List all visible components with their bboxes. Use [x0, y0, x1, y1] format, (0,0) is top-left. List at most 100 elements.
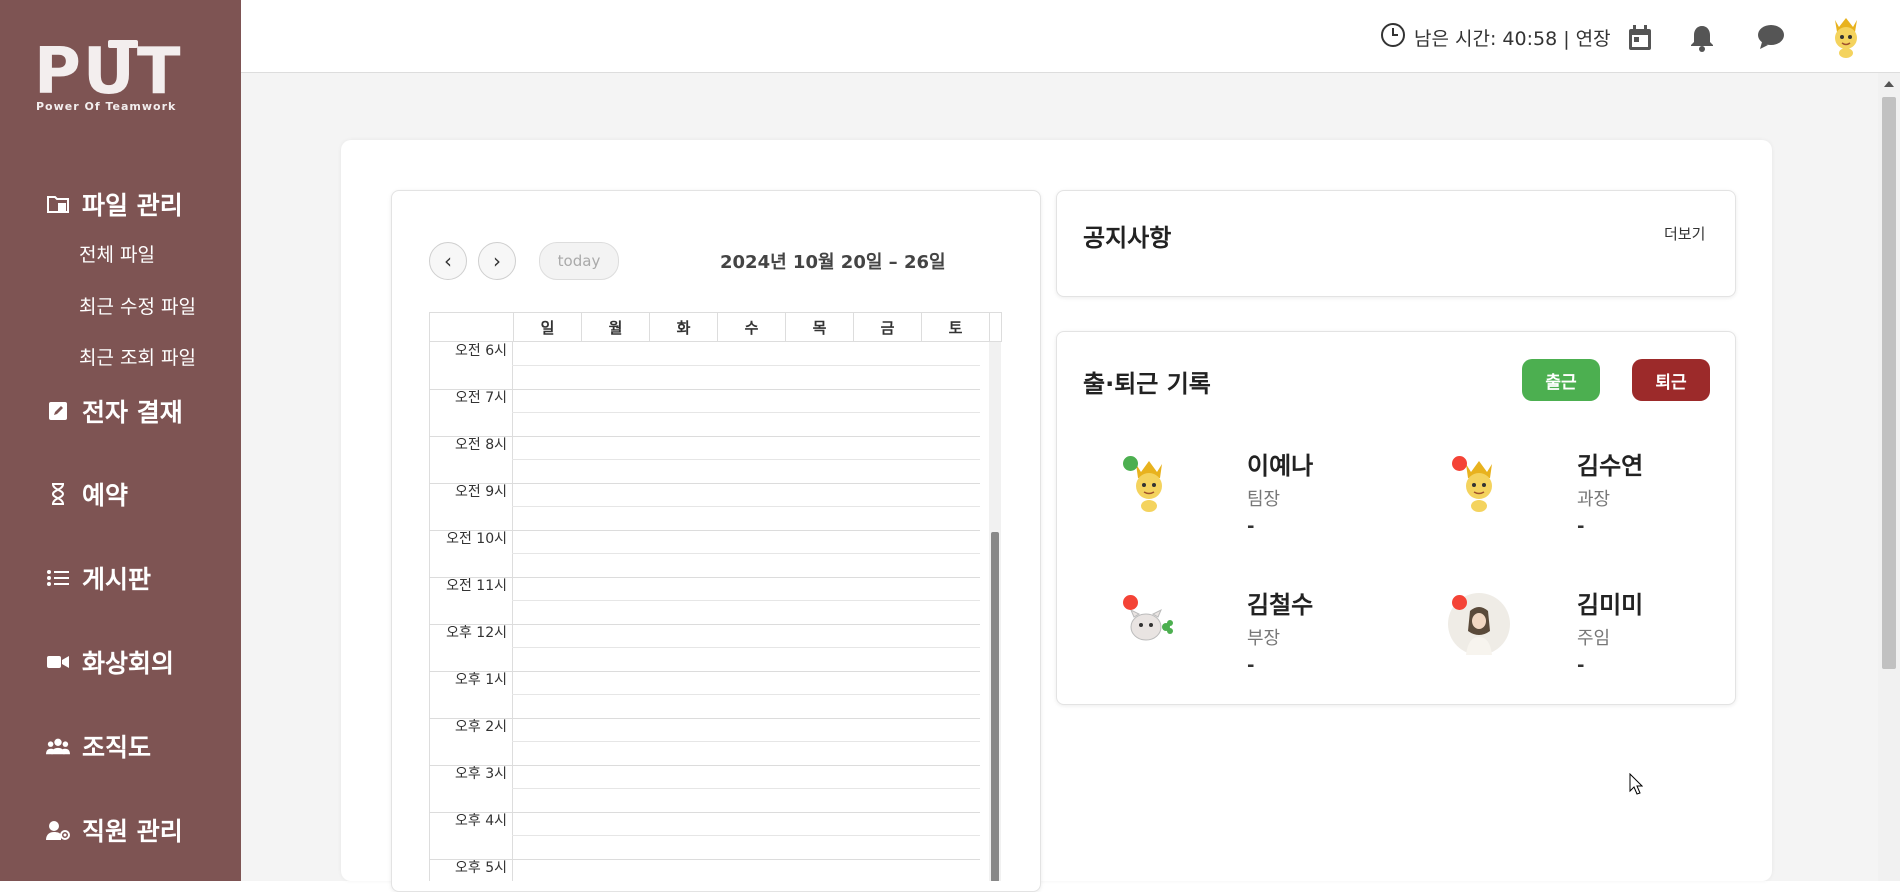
- scroll-up-arrow-icon[interactable]: [1884, 81, 1894, 87]
- menu-approval-label: 전자 결재: [82, 398, 183, 427]
- status-dot-offline: [1452, 456, 1467, 471]
- time-label: 오전 9시: [455, 484, 507, 500]
- time-slot-row[interactable]: 오후 3시: [429, 765, 980, 813]
- time-label: 오전 7시: [455, 390, 507, 406]
- member-time: -: [1247, 655, 1255, 676]
- chat-icon[interactable]: [1757, 24, 1785, 52]
- time-slot-row[interactable]: 오전 11시: [429, 577, 980, 625]
- time-slot-row[interactable]: 오전 8시: [429, 436, 980, 484]
- time-slot-row[interactable]: 오전 6시: [429, 342, 980, 390]
- menu-recent-modified-files[interactable]: 최근 수정 파일: [79, 292, 196, 319]
- folder-icon: [46, 192, 70, 216]
- time-slot-row[interactable]: 오후 2시: [429, 718, 980, 766]
- page-scrollbar[interactable]: [1878, 73, 1900, 881]
- menu-reservation[interactable]: 예약: [46, 476, 128, 512]
- attendance-title: 출·퇴근 기록: [1083, 370, 1211, 398]
- menu-video-meeting-label: 화상회의: [82, 649, 175, 678]
- calendar-title: 2024년 10월 20일 – 26일: [720, 252, 946, 273]
- menu-approval[interactable]: 전자 결재: [46, 393, 183, 429]
- logo-handle: [108, 40, 138, 48]
- notice-more-link[interactable]: 더보기: [1664, 223, 1705, 244]
- day-header-sun[interactable]: 일: [514, 313, 582, 341]
- menu-reservation-label: 예약: [82, 481, 129, 510]
- page-scrollbar-thumb[interactable]: [1882, 97, 1896, 669]
- member-name: 김미미: [1577, 591, 1644, 619]
- time-label: 오후 1시: [455, 672, 507, 688]
- day-header-fri[interactable]: 금: [854, 313, 922, 341]
- member-role: 주임: [1577, 628, 1611, 649]
- day-header-wed[interactable]: 수: [718, 313, 786, 341]
- calendar-next-button[interactable]: ›: [478, 242, 516, 280]
- menu-board[interactable]: 게시판: [46, 560, 151, 596]
- calendar-prev-button[interactable]: ‹: [429, 242, 467, 280]
- menu-org-chart[interactable]: 조직도: [46, 728, 151, 764]
- time-label: 오후 12시: [446, 625, 507, 641]
- member-role: 과장: [1577, 489, 1611, 510]
- member-name: 김철수: [1247, 591, 1314, 619]
- notice-title: 공지사항: [1083, 224, 1172, 252]
- time-label: 오전 8시: [455, 437, 507, 453]
- menu-recent-viewed-files[interactable]: 최근 조회 파일: [79, 343, 196, 370]
- mouse-cursor-icon: [1629, 772, 1644, 799]
- calendar-icon[interactable]: [1627, 24, 1655, 52]
- time-slot-row[interactable]: 오후 12시: [429, 624, 980, 672]
- menu-staff-manage-label: 직원 관리: [82, 817, 183, 846]
- time-label: 오전 10시: [446, 531, 507, 547]
- member-name: 이예나: [1247, 452, 1314, 480]
- chevron-left-icon: ‹: [444, 249, 452, 273]
- menu-staff-manage[interactable]: 직원 관리: [46, 812, 183, 848]
- time-label: 오후 2시: [455, 719, 507, 735]
- member-role: 팀장: [1247, 489, 1281, 510]
- time-label: 오후 4시: [455, 813, 507, 829]
- menu-video-meeting[interactable]: 화상회의: [46, 644, 174, 680]
- day-header-sat[interactable]: 토: [922, 313, 990, 341]
- time-slot-row[interactable]: 오전 7시: [429, 389, 980, 437]
- put-logo[interactable]: PUT Power Of Teamwork: [34, 40, 210, 116]
- people-icon: [46, 734, 70, 758]
- day-header-tue[interactable]: 화: [650, 313, 718, 341]
- time-slot-row[interactable]: 오전 10시: [429, 530, 980, 578]
- clock-icon: [1380, 22, 1406, 53]
- bell-icon[interactable]: [1689, 24, 1717, 52]
- menu-all-files[interactable]: 전체 파일: [79, 240, 155, 267]
- day-header-thu[interactable]: 목: [786, 313, 854, 341]
- menu-org-chart-label: 조직도: [82, 733, 152, 762]
- member-role: 부장: [1247, 628, 1281, 649]
- logo-text: PUT: [34, 35, 183, 109]
- menu-file-manage-label: 파일 관리: [82, 191, 183, 220]
- status-dot-offline: [1123, 595, 1138, 610]
- week-grid: 일 월 화 수 목 금 토 오전 6시 오전 7시 오전 8시 오전 9시 오전…: [429, 312, 1003, 881]
- menu-file-manage[interactable]: 파일 관리: [46, 186, 183, 222]
- calendar-scrollbar[interactable]: [989, 342, 1001, 881]
- time-slot-row[interactable]: 오후 1시: [429, 671, 980, 719]
- chevron-right-icon: ›: [493, 249, 501, 273]
- session-timer[interactable]: 남은 시간: 40:58 | 연장: [1380, 22, 1611, 53]
- logo-tagline: Power Of Teamwork: [36, 100, 177, 113]
- status-dot-online: [1123, 456, 1138, 471]
- menu-board-label: 게시판: [82, 565, 152, 594]
- hourglass-icon: [46, 482, 70, 506]
- time-slot-row[interactable]: 오전 9시: [429, 483, 980, 531]
- calendar-scrollbar-thumb[interactable]: [991, 532, 999, 881]
- day-header-mon[interactable]: 월: [582, 313, 650, 341]
- list-icon: [46, 566, 70, 590]
- member-time: -: [1577, 516, 1585, 537]
- video-camera-icon: [46, 650, 70, 674]
- time-slot-row[interactable]: 오후 5시: [429, 859, 980, 881]
- member-name: 김수연: [1577, 452, 1644, 480]
- time-label: 오전 6시: [455, 343, 507, 359]
- clock-out-button[interactable]: 퇴근: [1632, 359, 1710, 401]
- time-gutter-header: [430, 313, 514, 341]
- status-dot-offline: [1452, 595, 1467, 610]
- time-slot-row[interactable]: 오후 4시: [429, 812, 980, 860]
- time-label: 오후 3시: [455, 766, 507, 782]
- profile-avatar[interactable]: [1828, 16, 1864, 58]
- clock-in-button[interactable]: 출근: [1522, 359, 1600, 401]
- calendar-today-button[interactable]: today: [539, 242, 619, 280]
- edit-icon: [46, 399, 70, 423]
- member-time: -: [1247, 516, 1255, 537]
- time-label: 오전 11시: [446, 578, 507, 594]
- member-time: -: [1577, 655, 1585, 676]
- time-label: 오후 5시: [455, 860, 507, 876]
- timer-label: 남은 시간: 40:58 | 연장: [1414, 28, 1611, 50]
